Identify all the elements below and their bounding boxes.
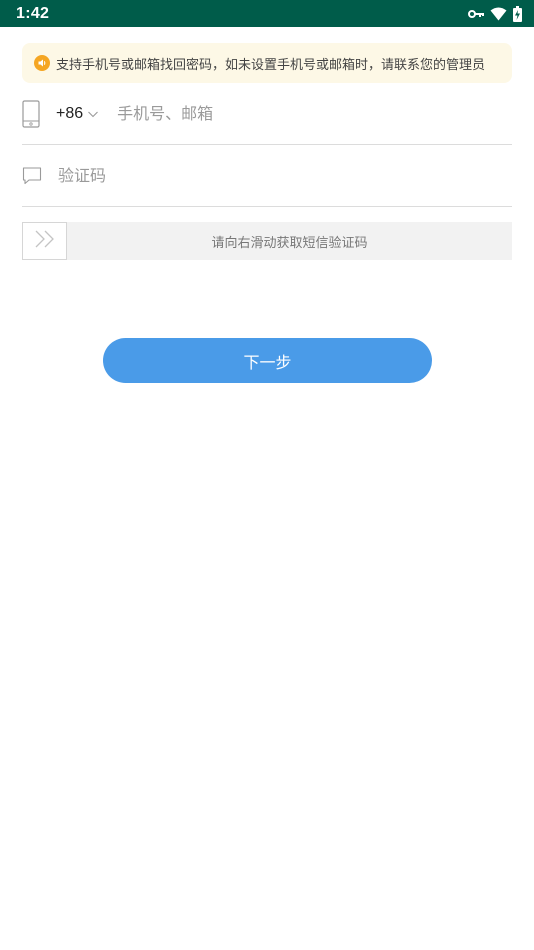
vpn-key-icon	[468, 9, 484, 19]
battery-charging-icon	[513, 5, 522, 22]
status-icons	[468, 5, 522, 22]
status-bar: 1:42	[0, 0, 534, 27]
slide-verify-track: 请向右滑动获取短信验证码	[22, 222, 512, 260]
notice-text: 支持手机号或邮箱找回密码，如未设置手机号或邮箱时，请联系您的管理员	[56, 57, 486, 73]
wifi-icon	[490, 7, 507, 21]
status-time: 1:42	[16, 4, 50, 22]
code-row	[22, 145, 512, 207]
message-icon	[22, 166, 42, 186]
double-chevron-right-icon	[34, 230, 56, 252]
phone-icon	[22, 99, 40, 128]
phone-email-input[interactable]	[117, 104, 512, 123]
slide-verify-handle[interactable]	[22, 222, 67, 260]
next-button[interactable]: 下一步	[103, 338, 432, 383]
phone-row: +86	[22, 83, 512, 145]
country-code-selector[interactable]: +86	[56, 105, 83, 123]
chevron-down-icon[interactable]	[87, 108, 99, 120]
verification-code-input[interactable]	[58, 166, 512, 185]
notice-banner: 支持手机号或邮箱找回密码，如未设置手机号或邮箱时，请联系您的管理员	[22, 43, 512, 83]
speaker-icon	[34, 55, 50, 71]
slide-verify-text: 请向右滑动获取短信验证码	[211, 235, 368, 251]
